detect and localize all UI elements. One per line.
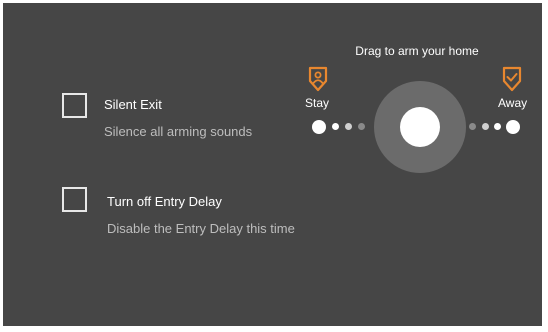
away-label[interactable]: Away: [498, 96, 527, 110]
entry-delay-checkbox[interactable]: [62, 187, 87, 212]
silent-exit-checkbox[interactable]: [62, 93, 87, 118]
arm-hint-text: Drag to arm your home: [355, 44, 479, 58]
entry-delay-title: Turn off Entry Delay: [107, 194, 222, 209]
track-dot: [469, 123, 476, 130]
arm-slider-track[interactable]: [374, 81, 466, 173]
shield-person-icon[interactable]: [307, 66, 329, 92]
entry-delay-subtitle: Disable the Entry Delay this time: [107, 221, 295, 236]
away-end-dot: [506, 120, 520, 134]
silent-exit-subtitle: Silence all arming sounds: [104, 124, 253, 139]
stay-label[interactable]: Stay: [305, 96, 329, 110]
stay-end-dot: [312, 120, 326, 134]
silent-exit-title: Silent Exit: [104, 97, 162, 112]
track-dot: [332, 123, 339, 130]
arming-panel: Silent Exit Silence all arming sounds Tu…: [3, 3, 542, 326]
track-dot: [358, 123, 365, 130]
track-dot: [345, 123, 352, 130]
shield-check-icon[interactable]: [501, 66, 523, 92]
arm-slider-knob[interactable]: [400, 107, 440, 147]
track-dot: [494, 123, 501, 130]
track-dot: [482, 123, 489, 130]
